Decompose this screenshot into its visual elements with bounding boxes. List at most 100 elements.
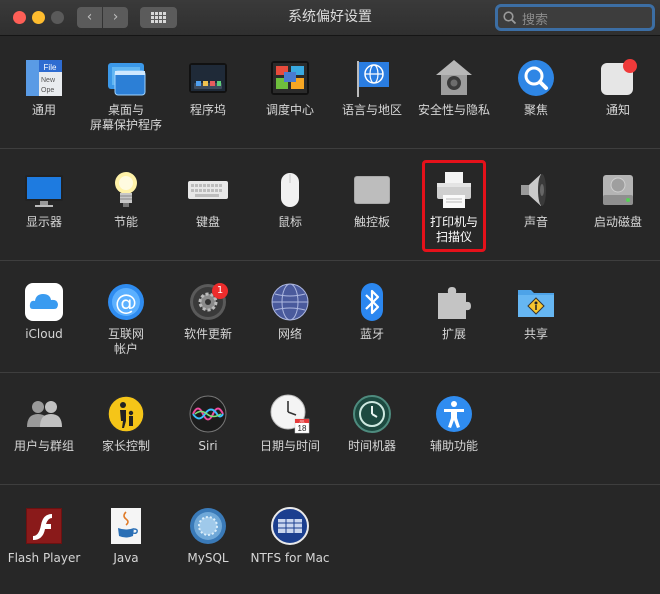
pref-label: 鼠标 (277, 215, 302, 229)
display-icon (23, 169, 65, 211)
pref-internet-accounts[interactable]: @ 互联网 帐户 (85, 261, 167, 361)
pref-language-region[interactable]: 语言与地区 (331, 37, 413, 137)
pref-java[interactable]: Java (85, 485, 167, 585)
back-button[interactable]: ‹ (77, 7, 102, 28)
pref-label: 时间机器 (347, 439, 396, 453)
pref-label: 调度中心 (265, 103, 314, 117)
pref-label: 蓝牙 (359, 327, 384, 341)
mission-control-icon (269, 57, 311, 99)
pref-label: 家长控制 (101, 439, 150, 453)
pref-label: 键盘 (195, 215, 220, 229)
pref-label: 语言与地区 (341, 103, 402, 117)
pref-mysql[interactable]: MySQL (167, 485, 249, 585)
forward-button[interactable]: › (103, 7, 128, 28)
globe-network-icon (269, 281, 311, 323)
search-placeholder: 搜索 (522, 13, 549, 28)
pref-label: 共享 (523, 327, 548, 341)
pref-accessibility[interactable]: 辅助功能 (413, 373, 495, 473)
svg-text:File: File (44, 63, 57, 72)
pref-dock[interactable]: 程序坞 (167, 37, 249, 137)
pref-desktop-screensaver[interactable]: 桌面与 屏幕保护程序 (85, 37, 167, 137)
update-count-badge: 1 (212, 283, 228, 299)
pref-label: 通用 (31, 103, 56, 117)
pref-label: 安全性与隐私 (417, 103, 490, 117)
close-button[interactable] (13, 11, 26, 24)
pref-label: 用户与群组 (13, 439, 74, 453)
pref-ntfs-for-mac[interactable]: NTFS for Mac (249, 485, 331, 585)
pref-label: 声音 (523, 215, 548, 229)
pref-label: 程序坞 (189, 103, 226, 117)
pref-general[interactable]: File New Ope 通用 (3, 37, 85, 137)
pref-parental-controls[interactable]: 家长控制 (85, 373, 167, 473)
pref-security-privacy[interactable]: 安全性与隐私 (413, 37, 495, 137)
parental-controls-icon (105, 393, 147, 435)
svg-text:18: 18 (298, 424, 307, 433)
pref-label: 互联网 帐户 (107, 327, 144, 356)
accessibility-icon (433, 393, 475, 435)
section-system: 用户与群组 家长控制 Siri JUL 18 日期与时间 时间机器 辅助功能 (0, 373, 660, 485)
grid-icon (151, 12, 166, 23)
pref-siri[interactable]: Siri (167, 373, 249, 473)
time-machine-icon (351, 393, 393, 435)
pref-date-time[interactable]: JUL 18 日期与时间 (249, 373, 331, 473)
pref-mouse[interactable]: 鼠标 (249, 149, 331, 249)
pref-trackpad[interactable]: 触控板 (331, 149, 413, 249)
pref-startup-disk[interactable]: 启动磁盘 (577, 149, 659, 249)
pref-spotlight[interactable]: 聚焦 (495, 37, 577, 137)
mysql-icon (187, 505, 229, 547)
clock-calendar-icon: JUL 18 (269, 393, 311, 435)
pref-label: NTFS for Mac (250, 551, 330, 565)
flash-player-icon (23, 505, 65, 547)
pref-label: 触控板 (353, 215, 390, 229)
zoom-button[interactable] (51, 11, 64, 24)
notifications-icon (597, 57, 639, 99)
keyboard-icon (187, 169, 229, 211)
mouse-icon (269, 169, 311, 211)
pref-label: 启动磁盘 (593, 215, 642, 229)
pref-flash-player[interactable]: Flash Player (3, 485, 85, 585)
hard-disk-icon (597, 169, 639, 211)
pref-label: iCloud (25, 327, 63, 341)
pref-network[interactable]: 网络 (249, 261, 331, 361)
language-region-icon (351, 57, 393, 99)
bluetooth-icon (351, 281, 393, 323)
pref-notifications[interactable]: 通知 (577, 37, 659, 137)
system-preferences-window: ‹ › 系统偏好设置 搜索 File New Ope 通用 桌面与 屏幕保护程序… (0, 0, 660, 594)
pref-sharing[interactable]: 共享 (495, 261, 577, 361)
pref-icloud[interactable]: iCloud (3, 261, 85, 361)
pref-label: MySQL (187, 551, 229, 565)
svg-text:@: @ (115, 291, 137, 316)
section-internet: iCloud @ 互联网 帐户 1 软件更新 网络 蓝牙 扩展 共享 (0, 261, 660, 373)
spotlight-icon (515, 57, 557, 99)
pref-label: 软件更新 (183, 327, 232, 341)
svg-text:New: New (41, 77, 56, 84)
speaker-icon (515, 169, 557, 211)
at-sign-icon: @ (105, 281, 147, 323)
pref-time-machine[interactable]: 时间机器 (331, 373, 413, 473)
pref-label: 显示器 (25, 215, 62, 229)
pref-software-update[interactable]: 1 软件更新 (167, 261, 249, 361)
search-field[interactable]: 搜索 (495, 4, 655, 31)
dock-icon (187, 57, 229, 99)
pref-mission-control[interactable]: 调度中心 (249, 37, 331, 137)
minimize-button[interactable] (32, 11, 45, 24)
trackpad-icon (351, 169, 393, 211)
section-hardware: 显示器 节能 键盘 鼠标 触控板 打印机与 扫描仪 声音 启动磁盘 (0, 149, 660, 261)
general-icon: File New Ope (23, 57, 65, 99)
puzzle-piece-icon (433, 281, 475, 323)
pref-extensions[interactable]: 扩展 (413, 261, 495, 361)
selection-highlight (422, 160, 486, 252)
ntfs-for-mac-icon (269, 505, 311, 547)
pref-users-groups[interactable]: 用户与群组 (3, 373, 85, 473)
search-icon (503, 11, 517, 25)
siri-icon (187, 393, 229, 435)
pref-sound[interactable]: 声音 (495, 149, 577, 249)
pref-energy-saver[interactable]: 节能 (85, 149, 167, 249)
show-all-button[interactable] (140, 7, 177, 28)
sharing-folder-icon (515, 281, 557, 323)
pref-keyboard[interactable]: 键盘 (167, 149, 249, 249)
pref-label: 扩展 (441, 327, 466, 341)
house-lock-icon (433, 57, 475, 99)
pref-bluetooth[interactable]: 蓝牙 (331, 261, 413, 361)
pref-displays[interactable]: 显示器 (3, 149, 85, 249)
